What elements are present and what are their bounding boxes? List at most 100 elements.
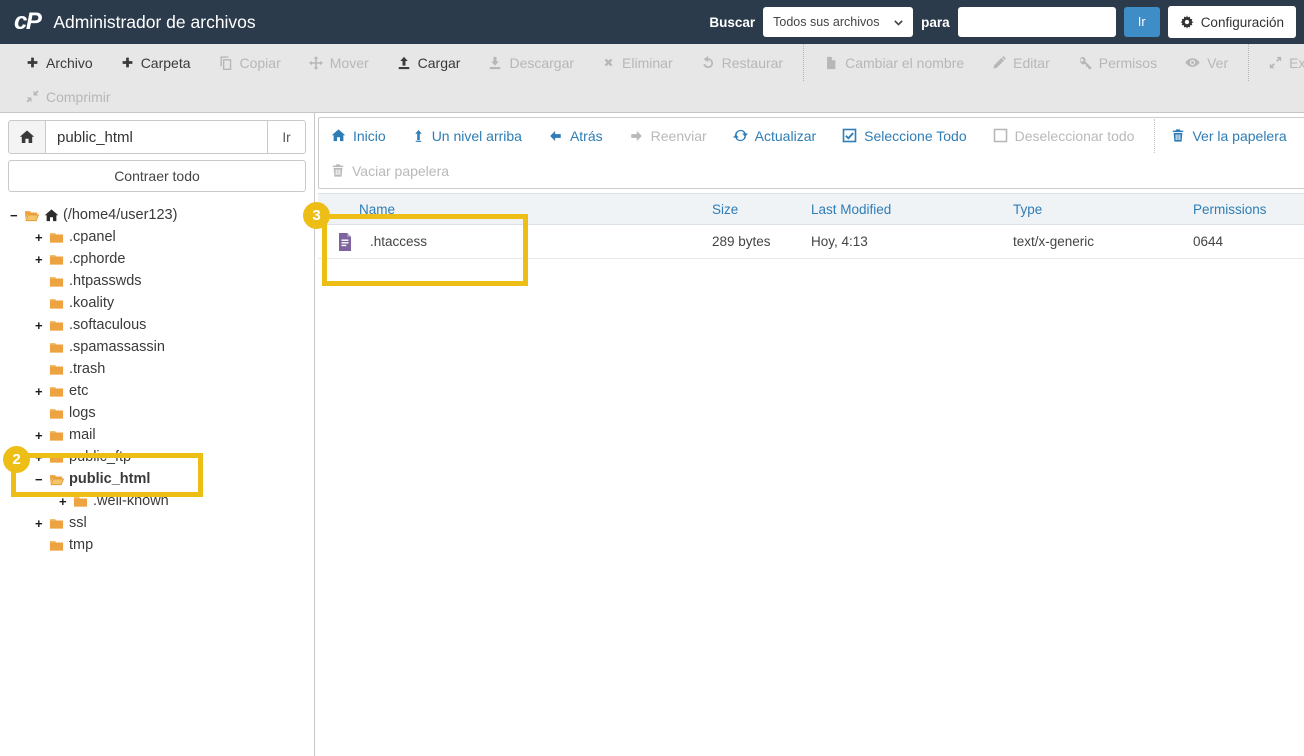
toolbar-row-2: Comprimir — [0, 81, 1304, 112]
toolbar-item-editar: Editar — [978, 55, 1064, 71]
column-header-name[interactable]: Name — [359, 202, 712, 217]
tree-item-koality[interactable]: .koality — [8, 292, 306, 314]
expand-toggle[interactable]: + — [35, 428, 48, 443]
navigation-toolbar: Inicio Un nivel arriba Atrás Reenviar Ac… — [318, 117, 1304, 189]
expand-toggle[interactable]: + — [35, 318, 48, 333]
expand-toggle[interactable]: + — [35, 516, 48, 531]
folder-icon — [48, 450, 65, 465]
nav-item-ver-la-papelera[interactable]: Ver la papelera — [1171, 127, 1287, 144]
tree-item-mail[interactable]: + mail — [8, 424, 306, 446]
nav-item-seleccione-todo[interactable]: Seleccione Todo — [842, 128, 967, 144]
tree-item-trash[interactable]: .trash — [8, 358, 306, 380]
eye-icon — [1185, 55, 1200, 70]
arrow-left-icon — [548, 129, 563, 143]
path-home-button[interactable] — [8, 120, 46, 154]
folder-icon — [48, 296, 65, 311]
nav-item-un-nivel-arriba[interactable]: Un nivel arriba — [412, 128, 522, 144]
download-icon — [488, 56, 502, 70]
expand-toggle[interactable]: + — [35, 450, 48, 465]
tree-item-label: .softaculous — [69, 317, 147, 333]
nav-item-label: Inicio — [353, 127, 386, 144]
tree-item-label: .well-known — [93, 493, 169, 509]
tree-item-label: (/home4/user123) — [63, 207, 178, 223]
tree-item-home-root[interactable]: − (/home4/user123) — [8, 204, 306, 226]
folder-icon — [48, 406, 65, 421]
toolbar-item-label: Archivo — [46, 54, 93, 71]
arrow-up-icon — [412, 129, 425, 143]
column-header-permissions[interactable]: Permissions — [1193, 202, 1304, 217]
folder-icon — [48, 384, 65, 399]
toolbar-item-archivo[interactable]: Archivo — [12, 55, 107, 71]
expand-toggle[interactable]: + — [59, 494, 72, 509]
table-row-htaccess[interactable]: .htaccess 289 bytes Hoy, 4:13 text/x-gen… — [318, 225, 1304, 259]
collapse-toggle[interactable]: − — [35, 472, 48, 487]
nav-item-atras[interactable]: Atrás — [548, 128, 603, 144]
expand-toggle[interactable]: + — [35, 230, 48, 245]
toolbar-item-label: Comprimir — [46, 88, 111, 105]
plus-icon — [26, 56, 39, 69]
tree-item-logs[interactable]: logs — [8, 402, 306, 424]
page-title: Administrador de archivos — [53, 11, 256, 32]
copy-icon — [219, 56, 233, 70]
tree-item-etc[interactable]: + etc — [8, 380, 306, 402]
toolbar-item-permisos: Permisos — [1064, 55, 1171, 71]
cell-size: 289 bytes — [712, 234, 771, 249]
checkbox-empty-icon — [993, 128, 1008, 143]
tree-item-label: tmp — [69, 537, 94, 553]
search-go-button[interactable]: Ir — [1123, 7, 1160, 37]
header-search-area: Buscar Todos sus archivos para Ir Config… — [709, 6, 1296, 38]
cell-permissions: 0644 — [1193, 234, 1224, 249]
nav-item-label: Un nivel arriba — [431, 127, 522, 144]
path-go-button[interactable]: Ir — [268, 120, 306, 154]
search-input[interactable] — [957, 7, 1116, 37]
column-header-size[interactable]: Size — [712, 202, 811, 217]
tree-item-cpanel[interactable]: + .cpanel — [8, 226, 306, 248]
tree-item-public_html[interactable]: − public_html — [8, 468, 306, 490]
search-connector-label: para — [921, 14, 950, 30]
tree-item-cphorde[interactable]: + .cphorde — [8, 248, 306, 270]
toolbar-item-cambiar-el-nombre: Cambiar el nombre — [810, 55, 978, 71]
search-scope-value: Todos sus archivos — [773, 15, 880, 29]
column-header-type[interactable]: Type — [1013, 202, 1193, 217]
toolbar-item-label: Eliminar — [622, 54, 673, 71]
toolbar-item-restaurar: Restaurar — [687, 55, 797, 71]
toolbar-item-carpeta[interactable]: Carpeta — [107, 55, 205, 71]
toolbar-item-label: Copiar — [239, 54, 281, 71]
file-icon-cell — [318, 232, 359, 252]
collapse-all-button[interactable]: Contraer todo — [8, 160, 306, 192]
extract-icon — [1269, 56, 1282, 69]
settings-label: Configuración — [1200, 14, 1284, 30]
toolbar-item-label: Carpeta — [140, 54, 191, 71]
folder-icon — [48, 252, 65, 267]
nav-item-deseleccionar-todo: Deseleccionar todo — [993, 128, 1134, 144]
tree-item-ssl[interactable]: + ssl — [8, 512, 306, 534]
nav-item-reenviar: Reenviar — [629, 128, 707, 144]
tree-item-htpasswds[interactable]: .htpasswds — [8, 270, 306, 292]
toolbar-item-extraer: Extraer — [1255, 55, 1304, 71]
expand-toggle[interactable]: + — [35, 384, 48, 399]
nav-item-actualizar[interactable]: Actualizar — [733, 128, 816, 144]
toolbar-row-1: Archivo Carpeta Copiar Mover Cargar Desc… — [0, 44, 1304, 81]
tree-item-tmp[interactable]: tmp — [8, 534, 306, 556]
toolbar-item-label: Cambiar el nombre — [845, 54, 965, 71]
toolbar-item-cargar[interactable]: Cargar — [383, 55, 475, 71]
tree-item-public_ftp[interactable]: + public_ftp — [8, 446, 306, 468]
nav-item-inicio[interactable]: Inicio — [331, 128, 386, 144]
column-header-last-modified[interactable]: Last Modified — [811, 202, 1013, 217]
settings-button[interactable]: Configuración — [1167, 6, 1296, 38]
app-header: cP Administrador de archivos Buscar Todo… — [0, 0, 1304, 44]
tree-item-softaculous[interactable]: + .softaculous — [8, 314, 306, 336]
document-icon — [337, 232, 353, 252]
search-scope-select[interactable]: Todos sus archivos — [763, 7, 914, 37]
tree-item-well-known[interactable]: + .well-known — [8, 490, 306, 512]
table-header: Name Size Last Modified Type Permissions — [318, 193, 1304, 225]
path-input[interactable] — [46, 120, 268, 154]
nav-item-label: Ver la papelera — [1192, 127, 1287, 144]
tree-item-label: .trash — [69, 361, 106, 377]
trash-icon — [1171, 128, 1185, 143]
body: Ir Contraer todo − (/home4/user123) + .c… — [0, 113, 1304, 756]
nav-separator — [1154, 118, 1156, 153]
tree-item-spamassassin[interactable]: .spamassassin — [8, 336, 306, 358]
expand-toggle[interactable]: + — [35, 252, 48, 267]
collapse-toggle[interactable]: − — [10, 208, 23, 223]
